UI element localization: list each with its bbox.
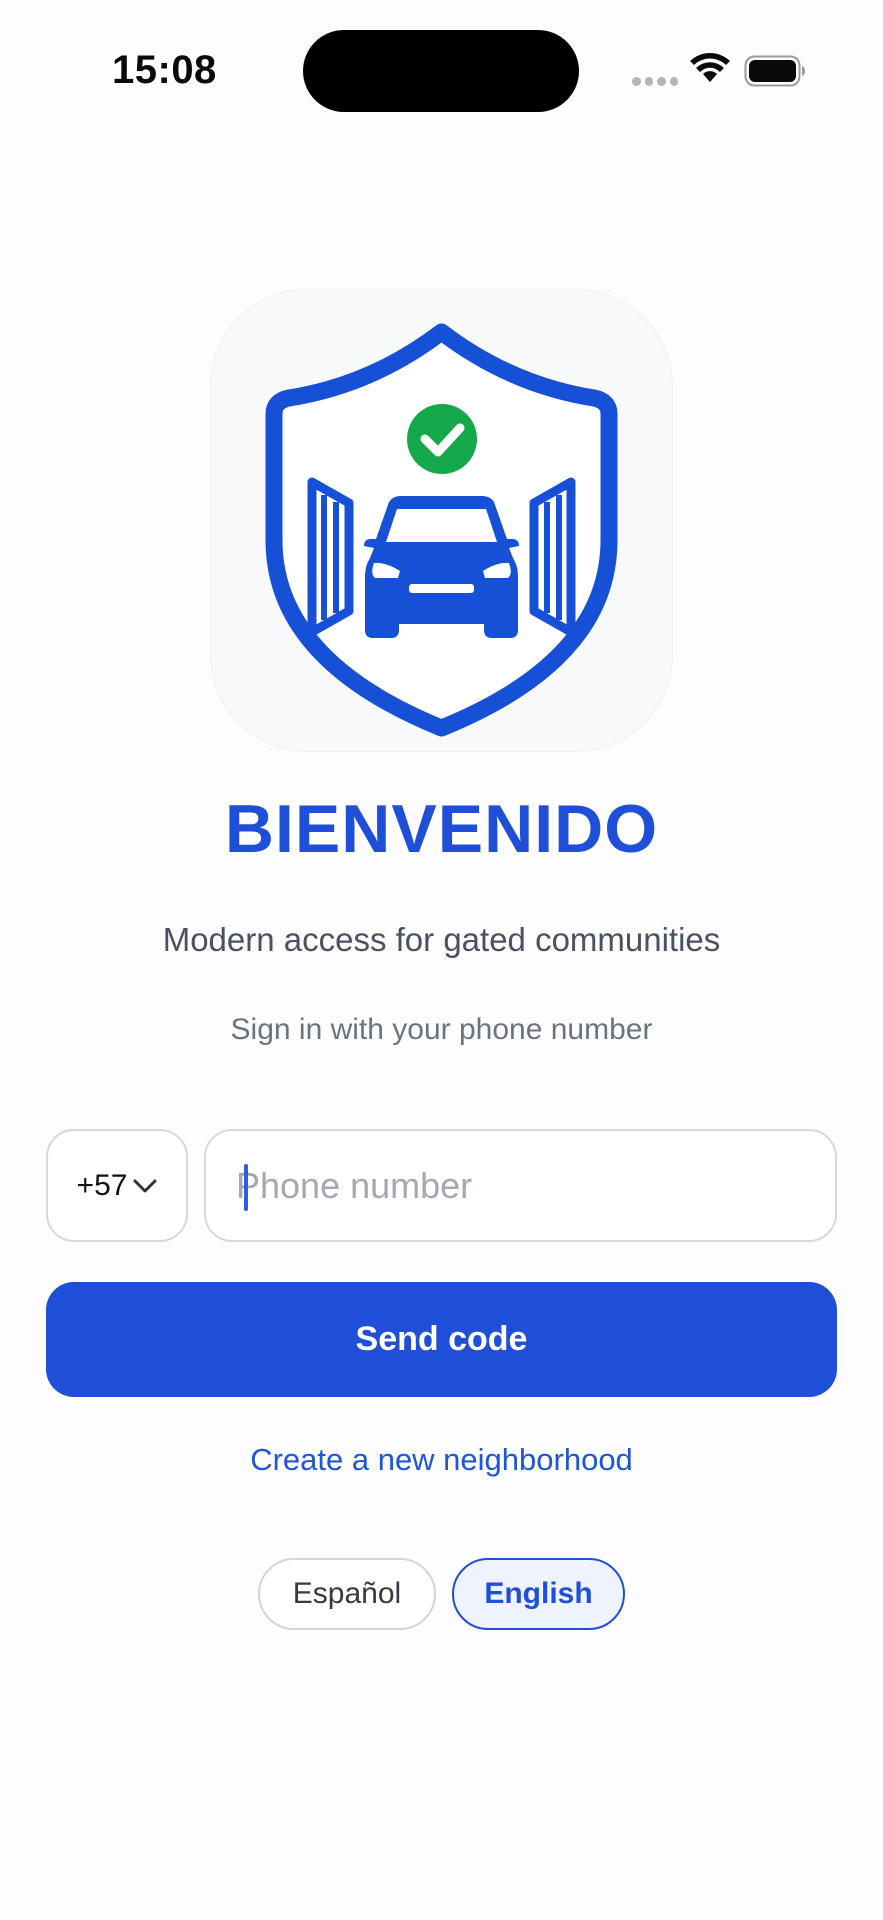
- text-caret: [244, 1164, 248, 1211]
- country-code-selector[interactable]: +57: [46, 1129, 188, 1242]
- phone-input-container[interactable]: [204, 1129, 837, 1242]
- tagline: Modern access for gated communities: [162, 921, 721, 958]
- chevron-down-icon: [133, 1179, 157, 1192]
- wifi-icon: [690, 53, 730, 82]
- shield-car-gate-logo-icon: [265, 323, 618, 737]
- sign-in-instruction: Sign in with your phone number: [230, 1013, 653, 1046]
- send-code-button[interactable]: Send code: [46, 1282, 837, 1397]
- language-option-espanol[interactable]: Español: [258, 1558, 436, 1630]
- app-logo: [211, 290, 672, 751]
- create-neighborhood-link[interactable]: Create a new neighborhood: [0, 1442, 883, 1478]
- signal-dots-icon: [632, 77, 678, 87]
- dynamic-island: [303, 30, 579, 112]
- battery-icon: [744, 55, 805, 87]
- status-bar: 15:08: [0, 0, 883, 140]
- welcome-title: BIENVENIDO: [224, 791, 659, 867]
- country-code-label: +57: [76, 1168, 128, 1202]
- language-switcher: Español English: [0, 1558, 883, 1630]
- language-option-english[interactable]: English: [452, 1558, 625, 1630]
- phone-number-input[interactable]: [236, 1131, 816, 1240]
- status-time: 15:08: [112, 48, 217, 92]
